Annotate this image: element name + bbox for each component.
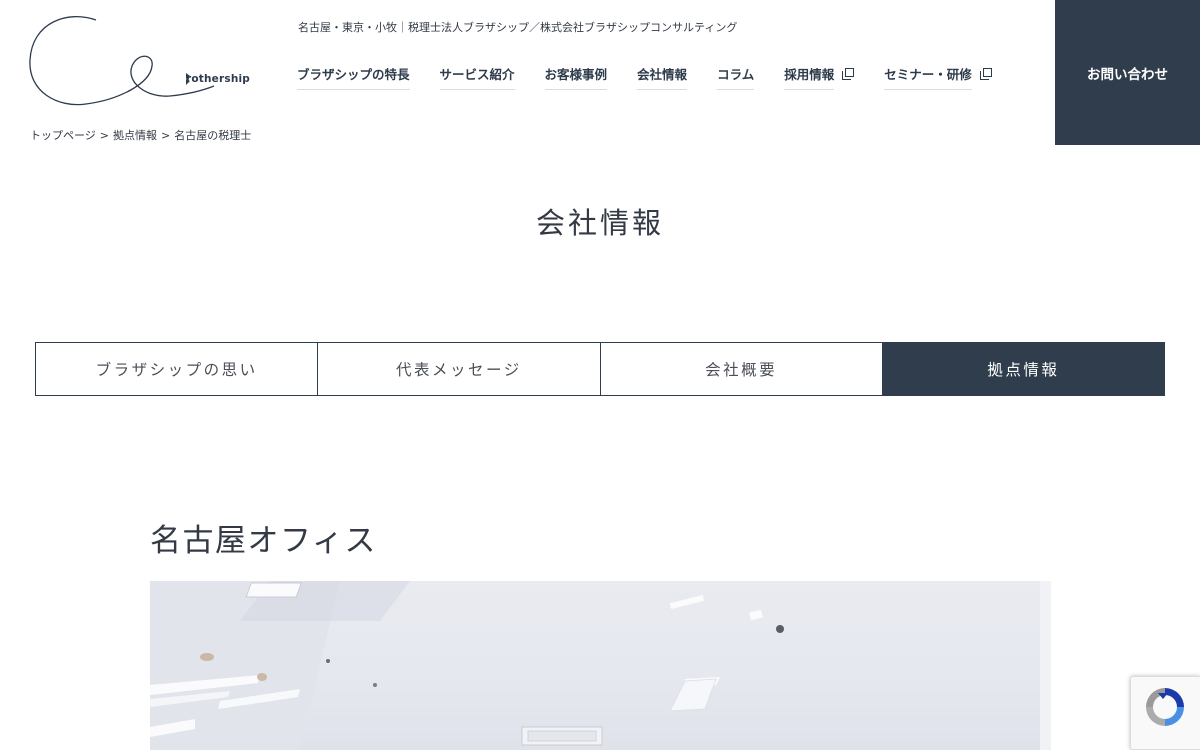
tab-message[interactable]: 代表メッセージ bbox=[318, 343, 601, 395]
header-tagline: 名古屋・東京・小牧｜税理士法人ブラザシップ／株式会社ブラザシップコンサルティング bbox=[298, 21, 738, 34]
nav-label: 採用情報 bbox=[784, 64, 835, 90]
tab-locations[interactable]: 拠点情報 bbox=[882, 343, 1164, 395]
nav-item-seminar[interactable]: セミナー・研修 bbox=[884, 64, 992, 90]
section-title: 名古屋オフィス bbox=[150, 523, 377, 559]
breadcrumb: トップページ > 拠点情報 > 名古屋の税理士 bbox=[30, 127, 251, 143]
brothership-logo[interactable]: rothership bbox=[28, 12, 251, 112]
nav-label: コラム bbox=[717, 64, 755, 90]
breadcrumb-item-top[interactable]: トップページ bbox=[30, 129, 96, 142]
logo-text: rothership bbox=[186, 73, 251, 85]
nav-item-case-studies[interactable]: お客様事例 bbox=[544, 64, 608, 90]
tab-overview[interactable]: 会社概要 bbox=[600, 343, 883, 395]
nav-label: お客様事例 bbox=[544, 64, 608, 90]
nav-item-features[interactable]: ブラザシップの特長 bbox=[297, 64, 410, 90]
breadcrumb-separator: > bbox=[161, 129, 171, 142]
contact-button[interactable]: お問い合わせ bbox=[1055, 0, 1200, 145]
nav-item-company[interactable]: 会社情報 bbox=[637, 64, 688, 90]
breadcrumb-separator: > bbox=[99, 129, 109, 142]
page-title: 会社情報 bbox=[535, 206, 664, 240]
company-tabs: ブラザシップの思い 代表メッセージ 会社概要 拠点情報 bbox=[35, 342, 1165, 396]
nav-item-recruit[interactable]: 採用情報 bbox=[784, 64, 855, 90]
recaptcha-badge[interactable] bbox=[1130, 676, 1200, 750]
main-nav: ブラザシップの特長 サービス紹介 お客様事例 会社情報 コラム 採用情報 セミナ… bbox=[297, 64, 1022, 90]
nav-label: セミナー・研修 bbox=[884, 64, 972, 90]
breadcrumb-item-locations[interactable]: 拠点情報 bbox=[113, 129, 157, 142]
external-link-icon bbox=[842, 68, 855, 80]
nav-label: ブラザシップの特長 bbox=[297, 64, 410, 90]
nav-item-services[interactable]: サービス紹介 bbox=[439, 64, 515, 90]
tab-philosophy[interactable]: ブラザシップの思い bbox=[36, 343, 319, 395]
nav-label: 会社情報 bbox=[637, 64, 688, 90]
nav-label: サービス紹介 bbox=[439, 64, 515, 90]
nav-item-column[interactable]: コラム bbox=[717, 64, 755, 90]
logo-mark bbox=[29, 16, 215, 106]
breadcrumb-item-current: 名古屋の税理士 bbox=[174, 129, 252, 142]
office-photo bbox=[150, 581, 1051, 750]
office-ceiling-image bbox=[150, 581, 1051, 750]
external-link-icon bbox=[979, 68, 992, 80]
recaptcha-icon bbox=[1146, 688, 1184, 726]
